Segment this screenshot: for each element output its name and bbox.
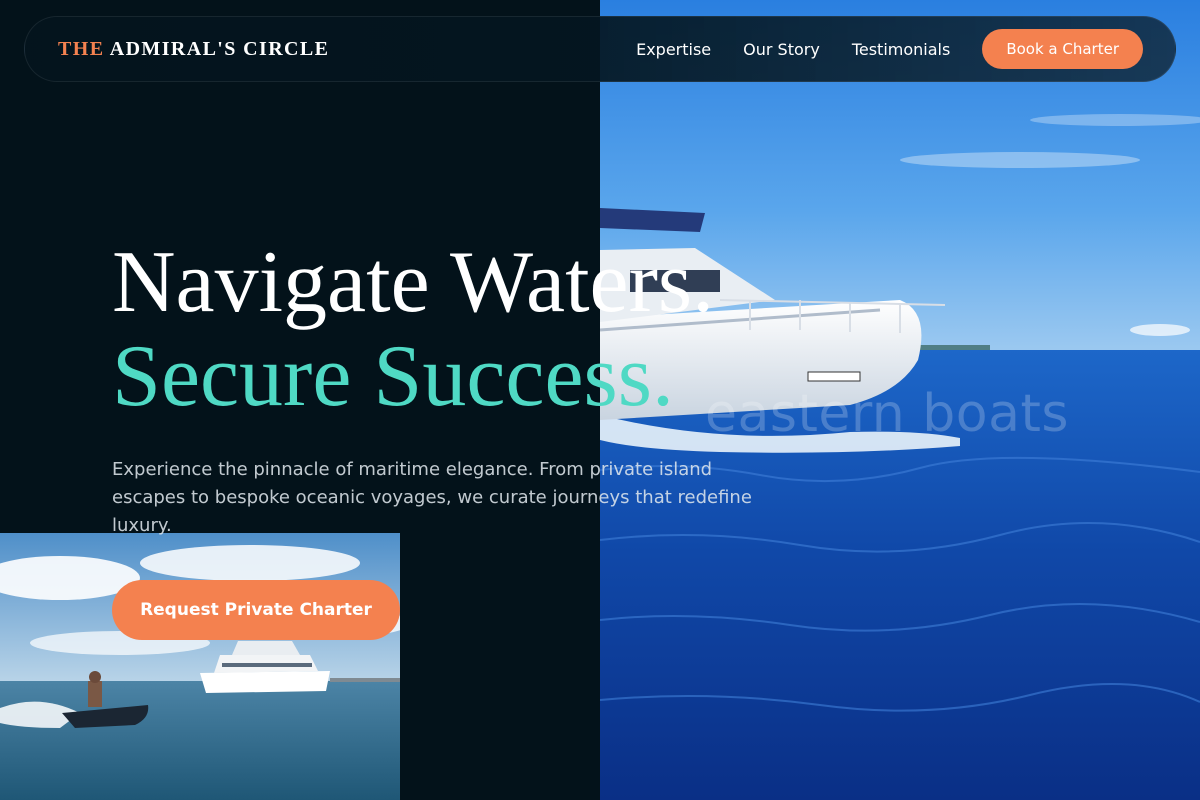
jet-ski-image	[0, 533, 400, 800]
nav-link-expertise[interactable]: Expertise	[636, 40, 711, 59]
photo-watermark: eastern boats	[705, 384, 1069, 444]
nav-link-our-story[interactable]: Our Story	[743, 40, 820, 59]
request-private-charter-button[interactable]: Request Private Charter	[112, 580, 400, 640]
headline-line-1: Navigate Waters.	[112, 234, 715, 331]
brand-prefix: THE	[58, 37, 105, 60]
hero-description: Experience the pinnacle of maritime eleg…	[112, 459, 752, 536]
brand-name: ADMIRAL'S CIRCLE	[109, 37, 330, 60]
book-charter-button[interactable]: Book a Charter	[982, 29, 1143, 69]
nav-links: Expertise Our Story Testimonials Book a …	[636, 29, 1143, 69]
headline-line-2: Secure Success.	[112, 328, 675, 425]
hero-headline: Navigate Waters. Secure Success.	[112, 236, 714, 424]
nav-link-testimonials[interactable]: Testimonials	[852, 40, 951, 59]
top-navbar: THE ADMIRAL'S CIRCLE Expertise Our Story…	[24, 16, 1176, 82]
brand-logo[interactable]: THE ADMIRAL'S CIRCLE	[58, 38, 329, 61]
